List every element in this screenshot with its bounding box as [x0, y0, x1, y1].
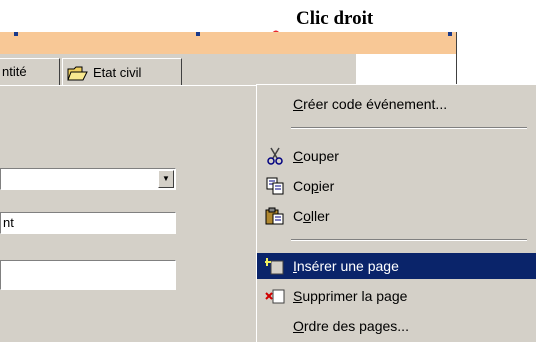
combo-field[interactable]: ▼: [0, 168, 176, 190]
menu-item-inserer-page[interactable]: Insérer une page: [257, 253, 536, 279]
dropdown-arrow-icon[interactable]: ▼: [158, 170, 174, 188]
tab-label: ntité: [2, 64, 27, 79]
menu-item-supprimer-page[interactable]: Supprimer la page: [257, 283, 536, 309]
window-border: [456, 32, 457, 88]
menu-separator: [291, 239, 527, 241]
tab-etat-civil[interactable]: Etat civil: [62, 58, 182, 86]
scissors-icon: [267, 147, 283, 165]
context-menu: Créer code événement... Couper Copier Co…: [256, 84, 536, 342]
menu-item-couper[interactable]: Couper: [257, 143, 536, 169]
window-title-strip: [0, 32, 456, 54]
tab-divider: [0, 85, 256, 86]
text-field[interactable]: nt: [0, 212, 176, 234]
strip-marker: [448, 32, 452, 36]
folder-icon: [67, 66, 88, 80]
strip-marker: [196, 32, 200, 36]
insert-page-icon: [265, 258, 284, 275]
tab-identite[interactable]: ntité: [0, 58, 60, 86]
copy-icon: [266, 177, 284, 195]
text-field-2[interactable]: [0, 260, 176, 290]
menu-separator: [291, 127, 527, 129]
menu-item-copier[interactable]: Copier: [257, 173, 536, 199]
menu-item-coller[interactable]: Coller: [257, 203, 536, 229]
tab-label: Etat civil: [93, 64, 142, 80]
text-field-value: nt: [3, 215, 14, 230]
paste-icon: [265, 207, 284, 225]
menu-item-creer-code[interactable]: Créer code événement...: [257, 91, 536, 117]
menu-item-ordre-pages[interactable]: Ordre des pages...: [257, 313, 536, 339]
delete-page-icon: [265, 289, 285, 304]
strip-marker: [14, 32, 18, 36]
